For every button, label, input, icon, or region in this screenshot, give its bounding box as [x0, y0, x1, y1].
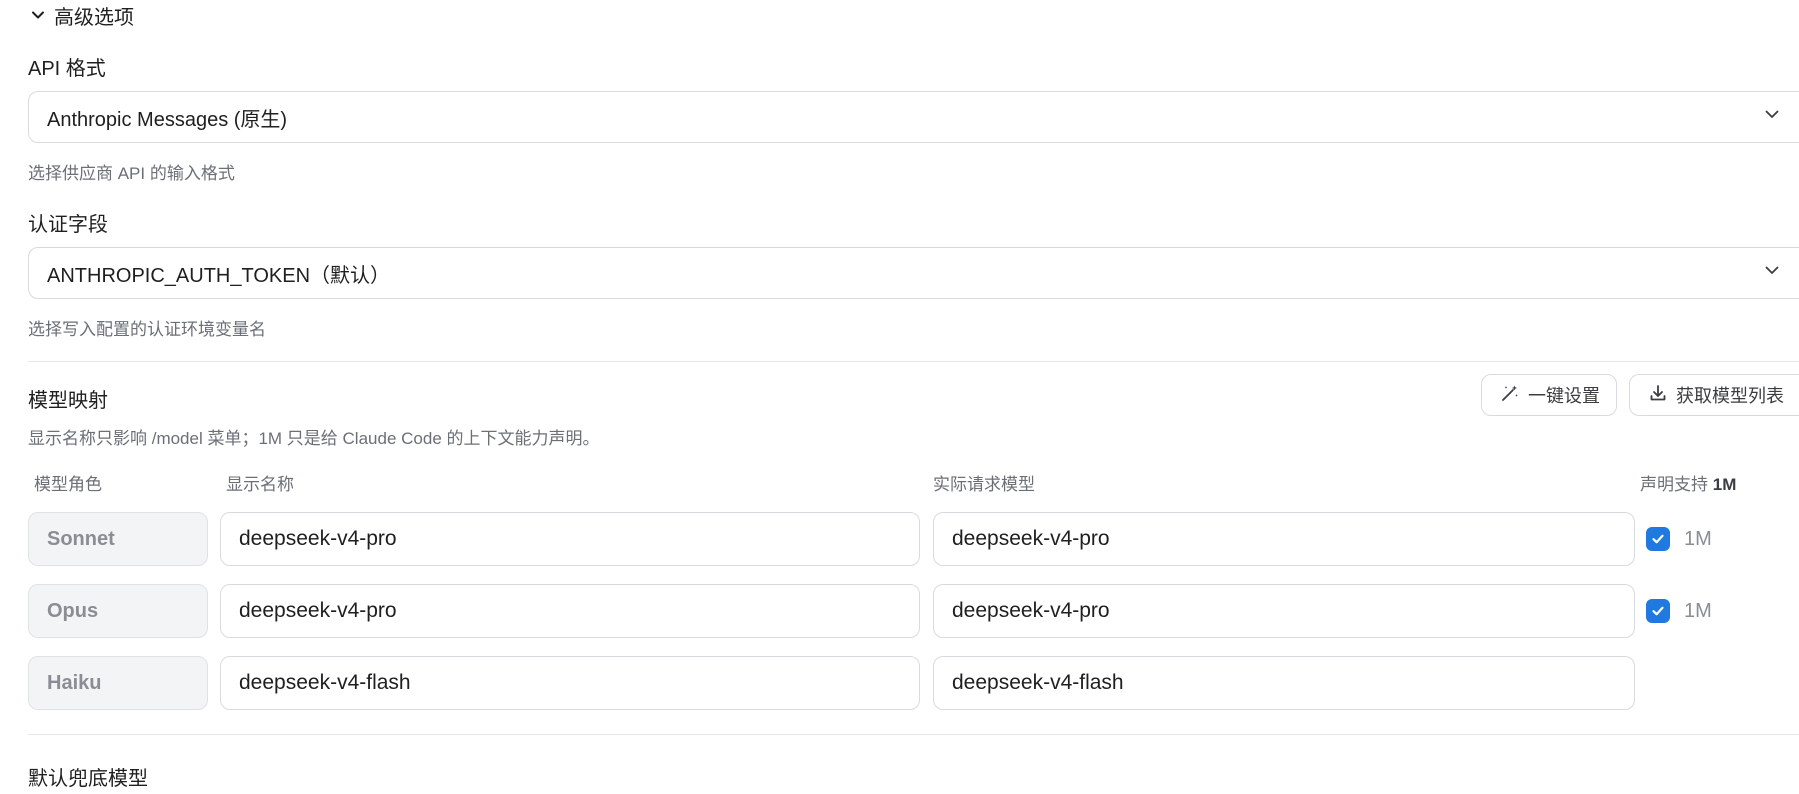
magic-wand-icon — [1500, 383, 1520, 408]
api-format-select[interactable]: Anthropic Messages (原生) — [28, 91, 1799, 143]
model-role-sonnet: Sonnet — [28, 512, 208, 566]
display-name-input[interactable]: deepseek-v4-pro — [220, 512, 920, 566]
section-divider — [28, 734, 1799, 735]
auth-field-hint: 选择写入配置的认证环境变量名 — [28, 320, 266, 339]
actual-model-input[interactable]: deepseek-v4-pro — [933, 584, 1635, 638]
download-icon — [1648, 383, 1668, 408]
column-header-actual-model: 实际请求模型 — [933, 475, 1035, 494]
advanced-options-toggle[interactable]: 高级选项 — [30, 0, 134, 30]
chevron-down-icon — [30, 7, 46, 23]
api-format-hint: 选择供应商 API 的输入格式 — [28, 164, 235, 183]
checkmark-icon — [1646, 599, 1670, 623]
display-name-input[interactable]: deepseek-v4-pro — [220, 584, 920, 638]
api-format-label: API 格式 — [28, 58, 106, 80]
model-role-haiku: Haiku — [28, 656, 208, 710]
api-format-value: Anthropic Messages (原生) — [47, 108, 288, 131]
auth-field-label: 认证字段 — [28, 214, 108, 236]
column-header-declare-1m: 声明支持 1M — [1640, 475, 1737, 494]
display-name-input[interactable]: deepseek-v4-flash — [220, 656, 920, 710]
checkmark-icon — [1646, 527, 1670, 551]
declare-1m-checkbox[interactable]: 1M — [1646, 584, 1712, 638]
advanced-options-label: 高级选项 — [54, 6, 134, 29]
fetch-model-list-label: 获取模型列表 — [1676, 386, 1784, 406]
fetch-model-list-button[interactable]: 获取模型列表 — [1629, 374, 1799, 416]
column-header-role: 模型角色 — [34, 475, 102, 494]
declare-1m-checkbox[interactable]: 1M — [1646, 512, 1712, 566]
actual-model-input[interactable]: deepseek-v4-flash — [933, 656, 1635, 710]
settings-page: 高级选项 API 格式 Anthropic Messages (原生) 选择供应… — [0, 0, 1799, 794]
model-mapping-description: 显示名称只影响 /model 菜单；1M 只是给 Claude Code 的上下… — [28, 429, 600, 448]
one-click-setup-button[interactable]: 一键设置 — [1481, 374, 1617, 416]
actual-model-input[interactable]: deepseek-v4-pro — [933, 512, 1635, 566]
one-click-setup-label: 一键设置 — [1528, 386, 1600, 406]
declare-1m-label: 1M — [1684, 599, 1712, 622]
model-mapping-title: 模型映射 — [28, 390, 108, 412]
fallback-model-title: 默认兜底模型 — [28, 768, 148, 790]
model-role-opus: Opus — [28, 584, 208, 638]
chevron-down-icon — [1763, 105, 1781, 129]
chevron-down-icon — [1763, 261, 1781, 285]
auth-field-value: ANTHROPIC_AUTH_TOKEN（默认） — [47, 264, 391, 287]
auth-field-select[interactable]: ANTHROPIC_AUTH_TOKEN（默认） — [28, 247, 1799, 299]
section-divider — [28, 361, 1799, 362]
column-header-display-name: 显示名称 — [226, 475, 294, 494]
declare-1m-label: 1M — [1684, 527, 1712, 550]
